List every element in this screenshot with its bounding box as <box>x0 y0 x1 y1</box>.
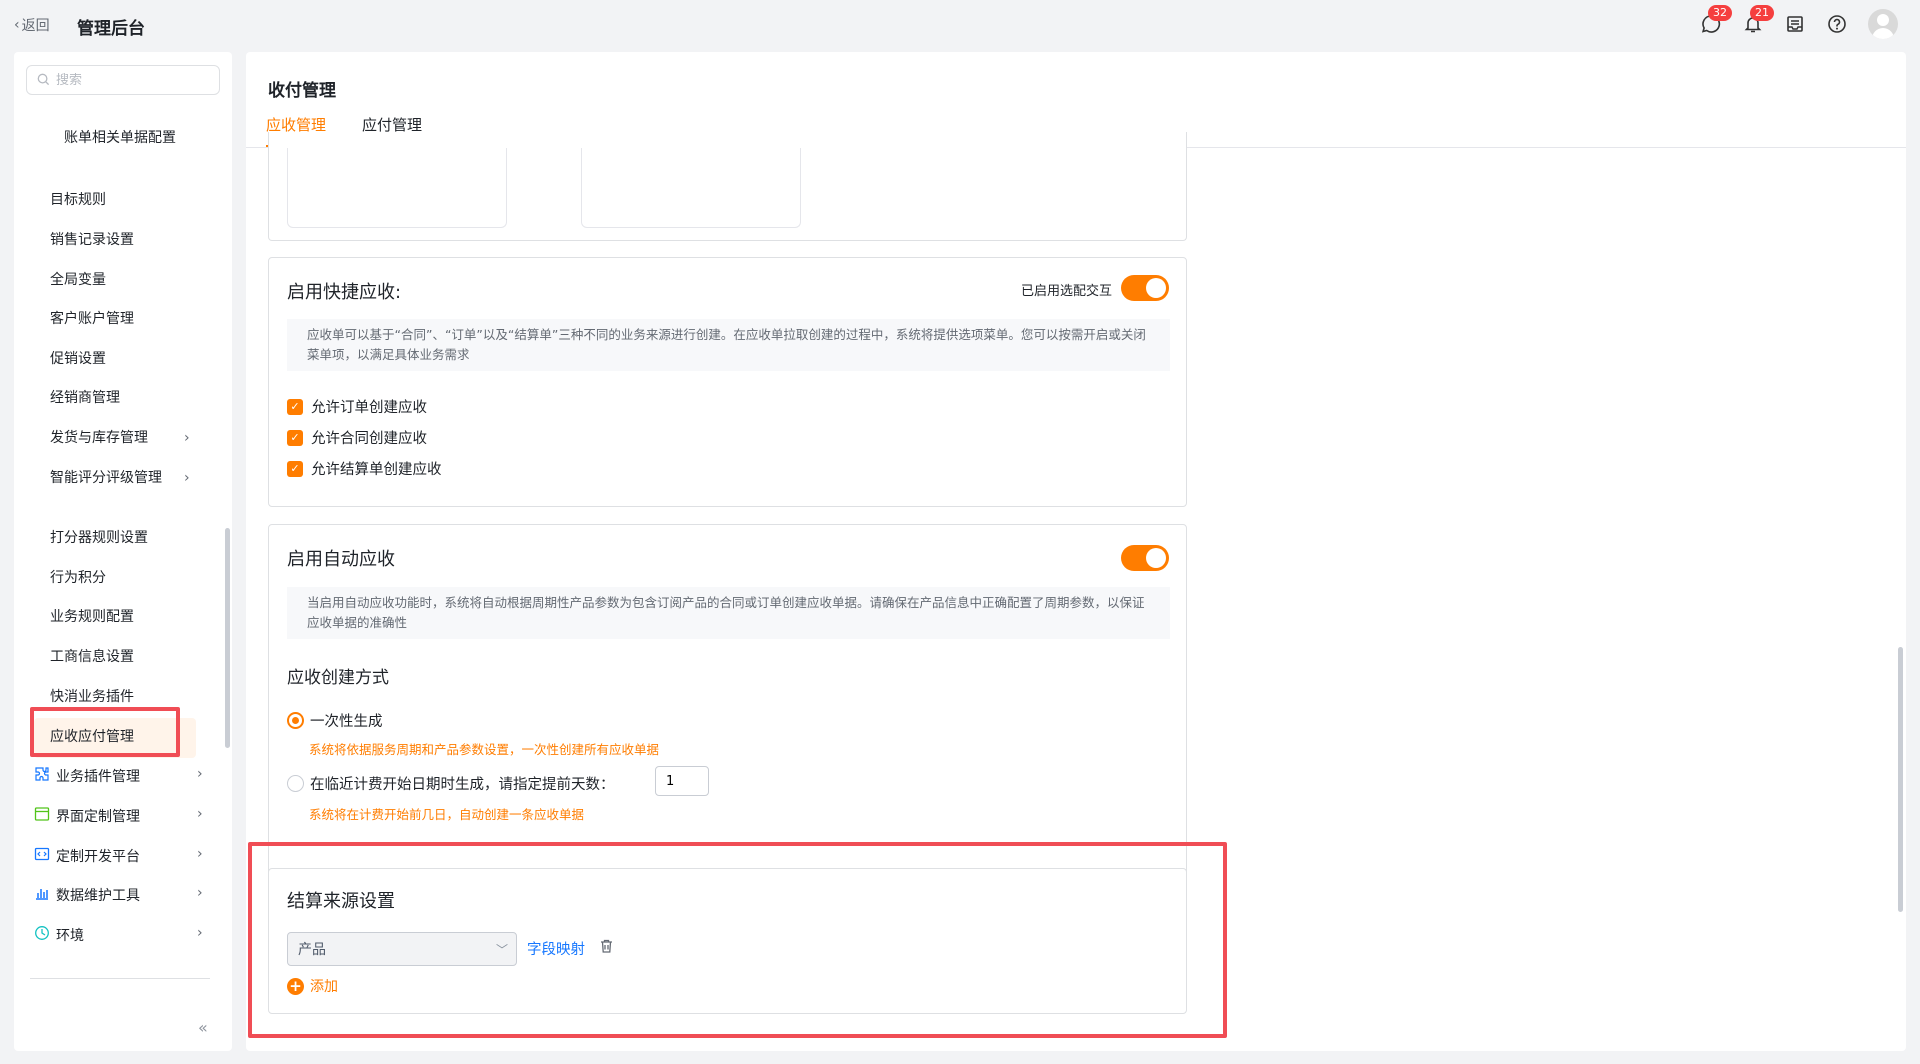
page-title: 收付管理 <box>268 81 336 101</box>
advance-days-hint: 系统将在计费开始前几日，自动创建一条应收单据 <box>309 807 585 822</box>
radio-unselected-icon[interactable] <box>287 775 304 792</box>
sidebar-item-behavior-points[interactable]: 行为积分 <box>50 568 106 588</box>
trash-icon[interactable] <box>599 938 614 958</box>
sidebar: 账单相关单据配置 目标规则 销售记录设置 全局变量 客户账户管理 促销设置 经销… <box>14 52 232 1051</box>
bell-badge: 21 <box>1750 5 1774 21</box>
quick-receivable-toggle[interactable] <box>1121 275 1169 301</box>
sidebar-item-global-vars[interactable]: 全局变量 <box>50 270 106 290</box>
one-time-hint: 系统将依据服务周期和产品参数设置，一次性创建所有应收单据 <box>309 742 660 757</box>
sidebar-item-shipping-inventory[interactable]: 发货与库存管理 › <box>50 428 190 448</box>
creation-method-title: 应收创建方式 <box>287 668 389 688</box>
auto-receivable-title: 启用自动应收 <box>287 549 395 570</box>
auto-receivable-card: 启用自动应收 当启用自动应收功能时，系统将自动根据周期性产品参数为包含订阅产品的… <box>268 524 1187 904</box>
main-scrollbar[interactable] <box>1898 647 1903 912</box>
chevron-right-icon: › <box>197 766 203 782</box>
inner-box-right <box>581 148 801 228</box>
chat-badge: 32 <box>1708 5 1732 21</box>
quick-receivable-title: 启用快捷应收: <box>287 282 402 303</box>
sidebar-group-plugin-management[interactable]: 业务插件管理 › <box>34 766 214 786</box>
search-box[interactable] <box>26 65 220 95</box>
add-source-button[interactable]: + 添加 <box>287 976 338 996</box>
code-icon <box>34 846 50 866</box>
bar-chart-icon <box>34 885 50 905</box>
settlement-source-title: 结算来源设置 <box>287 891 395 912</box>
sidebar-item-target-rules[interactable]: 目标规则 <box>50 190 106 210</box>
chevron-right-icon: › <box>197 885 203 901</box>
sidebar-divider <box>30 978 210 979</box>
collapse-sidebar-icon[interactable]: « <box>198 1018 208 1037</box>
field-mapping-link[interactable]: 字段映射 <box>527 938 585 959</box>
top-bar: ‹ 返回 管理后台 32 21 <box>0 0 1920 50</box>
inbox-icon[interactable] <box>1784 13 1806 35</box>
sidebar-item-scorer-rules[interactable]: 打分器规则设置 <box>50 528 148 548</box>
option-order-create[interactable]: ✓ 允许订单创建应收 <box>287 396 427 417</box>
quick-toggle-label: 已启用选配交互 <box>1021 284 1113 299</box>
radio-selected-icon[interactable] <box>287 712 304 729</box>
environment-icon <box>34 925 50 945</box>
sidebar-item-sales-record[interactable]: 销售记录设置 <box>50 230 134 250</box>
sidebar-item-promotion[interactable]: 促销设置 <box>50 349 106 369</box>
inner-box-left <box>287 148 507 228</box>
sidebar-item-customer-account[interactable]: 客户账户管理 <box>50 309 134 329</box>
auto-receivable-desc: 当启用自动应收功能时，系统将自动根据周期性产品参数为包含订阅产品的合同或订单创建… <box>287 587 1170 639</box>
sidebar-item-ar-ap[interactable]: 应收应付管理 <box>50 727 134 747</box>
sidebar-group-data-tools[interactable]: 数据维护工具 › <box>34 885 214 905</box>
checkbox-checked-icon[interactable]: ✓ <box>287 429 303 446</box>
chevron-right-icon: › <box>184 470 190 486</box>
bell-icon[interactable]: 21 <box>1742 5 1774 35</box>
checkbox-checked-icon[interactable]: ✓ <box>287 398 303 415</box>
sidebar-item-business-rules[interactable]: 业务规则配置 <box>50 607 134 627</box>
settlement-source-card: 结算来源设置 产品 ﹀ 字段映射 + 添加 <box>268 868 1187 1014</box>
help-icon[interactable] <box>1826 13 1848 35</box>
chevron-right-icon: › <box>197 925 203 941</box>
option-settlement-create[interactable]: ✓ 允许结算单创建应收 <box>287 458 442 479</box>
search-icon <box>37 71 50 90</box>
back-label: 返回 <box>21 18 50 34</box>
advance-days-input[interactable] <box>655 766 709 796</box>
settlement-source-select[interactable]: 产品 ﹀ <box>287 932 517 966</box>
plus-circle-icon: + <box>287 977 304 995</box>
auto-receivable-toggle[interactable] <box>1121 545 1169 571</box>
puzzle-icon <box>34 766 50 786</box>
sidebar-item-fmcg-plugin[interactable]: 快消业务插件 <box>50 687 134 707</box>
app-title: 管理后台 <box>77 19 145 39</box>
sidebar-item-smart-rating[interactable]: 智能评分评级管理 › <box>50 468 190 488</box>
chat-icon[interactable]: 32 <box>1700 5 1732 35</box>
avatar[interactable] <box>1868 9 1898 39</box>
sidebar-group-custom-dev[interactable]: 定制开发平台 › <box>34 846 214 866</box>
sidebar-item-business-info[interactable]: 工商信息设置 <box>50 647 134 667</box>
top-icons: 32 21 <box>1700 5 1898 39</box>
sidebar-group-ui-customization[interactable]: 界面定制管理 › <box>34 806 214 826</box>
back-button[interactable]: ‹ 返回 <box>14 15 50 35</box>
search-input[interactable] <box>56 72 206 88</box>
sidebar-item-bill-config[interactable]: 账单相关单据配置 <box>64 128 180 148</box>
chevron-down-icon: ﹀ <box>495 943 508 957</box>
radio-advance-days[interactable]: 在临近计费开始日期时生成，请指定提前天数： <box>287 773 615 794</box>
sidebar-group-environment[interactable]: 环境 › <box>34 925 214 945</box>
chevron-right-icon: › <box>197 846 203 862</box>
sidebar-item-dealer[interactable]: 经销商管理 <box>50 388 120 408</box>
option-contract-create[interactable]: ✓ 允许合同创建应收 <box>287 427 427 448</box>
main-panel: 收付管理 应收管理 应付管理 启用快捷应收: 已启用选配交互 应收单可以基于“合… <box>246 52 1906 1051</box>
radio-one-time[interactable]: 一次性生成 <box>287 710 383 731</box>
top-card <box>268 132 1187 241</box>
sidebar-scrollbar[interactable] <box>225 528 230 748</box>
checkbox-checked-icon[interactable]: ✓ <box>287 460 303 477</box>
layout-icon <box>34 806 50 826</box>
chevron-right-icon: › <box>184 430 190 446</box>
quick-receivable-desc: 应收单可以基于“合同”、“订单”以及“结算单”三种不同的业务来源进行创建。在应收… <box>287 319 1170 371</box>
chevron-left-icon: ‹ <box>14 17 20 33</box>
quick-receivable-card: 启用快捷应收: 已启用选配交互 应收单可以基于“合同”、“订单”以及“结算单”三… <box>268 257 1187 507</box>
chevron-right-icon: › <box>197 806 203 822</box>
